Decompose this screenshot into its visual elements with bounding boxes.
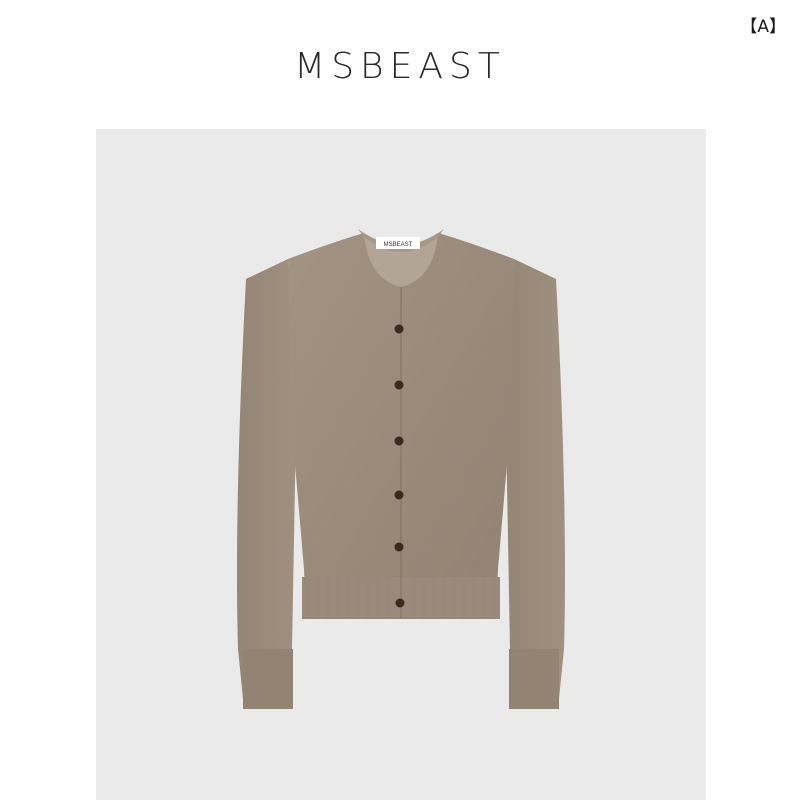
button [394, 380, 404, 390]
button [394, 542, 404, 552]
product-photo: MSBEAST [96, 129, 706, 800]
cardigan-image: MSBEAST [237, 229, 565, 709]
variant-badge: 【A】 [740, 17, 786, 37]
button [394, 490, 404, 500]
neck-label-text: MSBEAST [384, 242, 413, 248]
right-cuff [509, 649, 559, 709]
right-sleeve [506, 259, 565, 709]
product-page: 【A】 MSBEAST MSBEAST [0, 0, 800, 800]
button [394, 324, 404, 334]
left-sleeve [237, 259, 296, 709]
button [395, 598, 405, 608]
button [394, 436, 404, 446]
brand-logo: MSBEAST [294, 46, 506, 87]
left-cuff [243, 649, 293, 709]
